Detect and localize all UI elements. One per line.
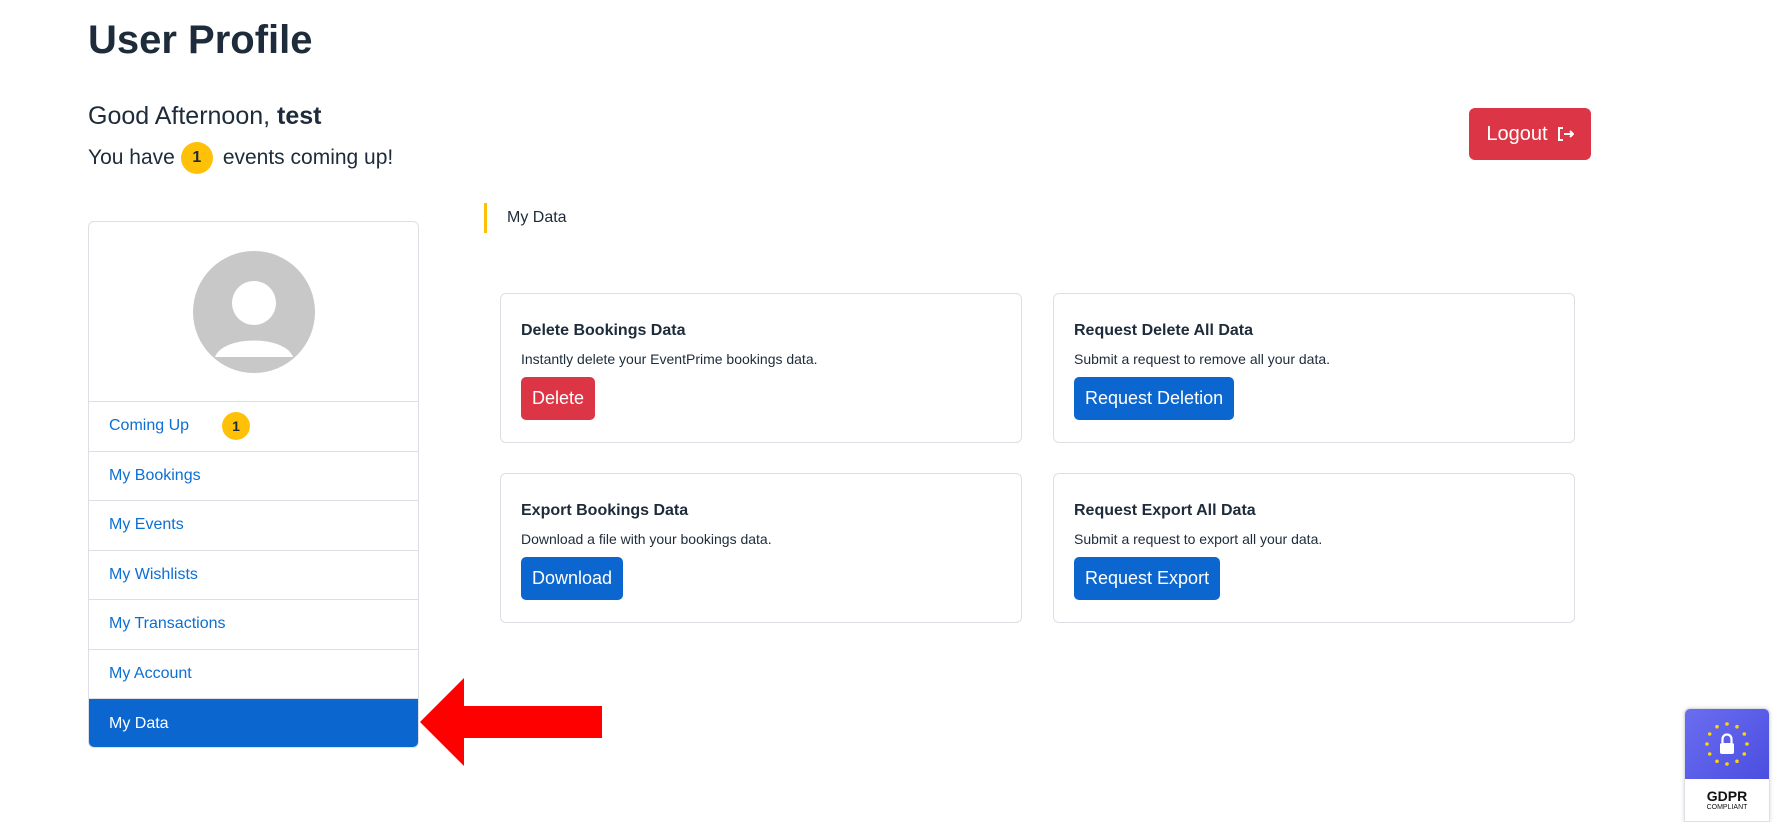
avatar	[192, 250, 315, 373]
card-title: Delete Bookings Data	[521, 322, 686, 339]
logout-label: Logout	[1486, 122, 1548, 145]
delete-bookings-card: Delete Bookings Data Instantly delete yo…	[500, 293, 1022, 443]
events-prefix: You have	[88, 146, 175, 169]
sidebar-item-my-transactions[interactable]: My Transactions	[89, 600, 418, 650]
username: test	[277, 102, 322, 130]
sidebar-item-label: My Events	[109, 516, 184, 534]
section-title: My Data	[484, 203, 567, 233]
card-description: Submit a request to remove all your data…	[1074, 351, 1331, 367]
gdpr-label: GDPR	[1706, 788, 1748, 804]
request-export-button[interactable]: Request Export	[1074, 557, 1221, 600]
card-title: Export Bookings Data	[521, 502, 689, 519]
greeting: Good Afternoon, test	[88, 102, 322, 131]
sidebar-item-my-bookings[interactable]: My Bookings	[89, 452, 418, 501]
red-arrow-annotation	[420, 678, 602, 766]
card-title: Request Delete All Data	[1074, 322, 1254, 339]
avatar-container	[89, 222, 418, 402]
download-button[interactable]: Download	[521, 557, 624, 600]
sidebar-item-my-events[interactable]: My Events	[89, 501, 418, 551]
request-export-card: Request Export All Data Submit a request…	[1053, 473, 1575, 623]
request-deletion-button[interactable]: Request Deletion	[1074, 377, 1235, 420]
sidebar-item-label: My Data	[109, 714, 169, 732]
events-suffix: events coming up!	[222, 146, 394, 169]
request-delete-card: Request Delete All Data Submit a request…	[1053, 293, 1575, 443]
gdpr-sublabel: COMPLIANT	[1706, 804, 1748, 811]
card-description: Download a file with your bookings data.	[521, 531, 772, 547]
sidebar-item-label: My Transactions	[109, 615, 226, 633]
sidebar-item-label: My Account	[109, 664, 192, 682]
sidebar-item-my-account[interactable]: My Account	[89, 650, 418, 699]
profile-sidebar: Coming Up 1 My Bookings My Events My Wis…	[88, 221, 419, 748]
sidebar-item-label: Coming Up	[109, 417, 190, 435]
events-summary: You have 1 events coming up!	[88, 142, 393, 174]
sidebar-item-my-data[interactable]: My Data	[89, 699, 418, 747]
events-count-badge: 1	[180, 142, 213, 174]
export-bookings-card: Export Bookings Data Download a file wit…	[500, 473, 1022, 623]
eu-stars-lock-icon	[1705, 722, 1749, 766]
sidebar-item-label: My Bookings	[109, 466, 201, 484]
page-title: User Profile	[88, 18, 313, 62]
sidebar-item-my-wishlists[interactable]: My Wishlists	[89, 551, 418, 600]
sidebar-item-coming-up[interactable]: Coming Up 1	[89, 402, 418, 452]
gdpr-badge[interactable]: GDPR COMPLIANT	[1684, 708, 1770, 822]
card-title: Request Export All Data	[1074, 502, 1256, 519]
sidebar-item-label: My Wishlists	[109, 565, 198, 583]
logout-icon	[1557, 127, 1574, 141]
card-description: Submit a request to export all your data…	[1074, 531, 1323, 547]
gdpr-badge-header	[1685, 709, 1769, 779]
logout-button[interactable]: Logout	[1469, 108, 1591, 160]
greeting-prefix: Good Afternoon,	[88, 102, 271, 130]
coming-up-count-badge: 1	[222, 412, 251, 441]
delete-button[interactable]: Delete	[521, 377, 596, 420]
card-description: Instantly delete your EventPrime booking…	[521, 351, 818, 367]
